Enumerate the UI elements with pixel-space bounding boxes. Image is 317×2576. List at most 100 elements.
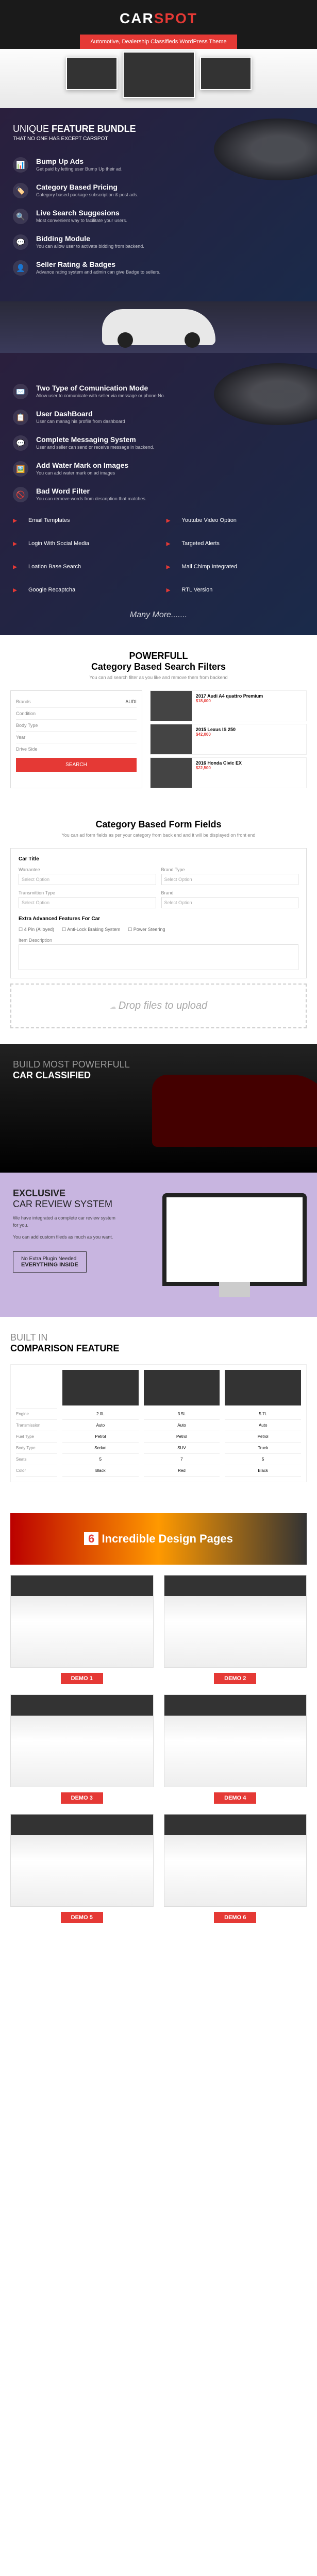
demo-grid: DEMO 1 DEMO 2 DEMO 3 DEMO 4 DEMO 5 DEMO … [10, 1575, 307, 1923]
checkbox-option[interactable]: ☐ 4 Pin (Alloyed) [19, 927, 54, 933]
feature-icon: 🖼️ [13, 461, 28, 477]
checkbox-option[interactable]: ☐ Anti-Lock Braking System [62, 927, 120, 933]
demo-item[interactable]: DEMO 4 [164, 1694, 307, 1804]
form-grid: Warrantee Select Option Brand Type Selec… [19, 867, 298, 908]
filter-value: AUDI [47, 699, 137, 704]
form-checks: ☐ 4 Pin (Alloyed) ☐ Anti-Lock Braking Sys… [19, 927, 298, 933]
filter-row[interactable]: Brands AUDI [16, 696, 137, 708]
compare-title: BUILT IN COMPARISON FEATURE [10, 1332, 307, 1354]
demo-screenshot [10, 1575, 154, 1668]
search-form: Brands AUDI Condition Body Type Year Dri… [10, 690, 307, 788]
grid-label: Mail Chimp Integrated [182, 564, 238, 570]
desc-field: Item Description [19, 938, 298, 970]
compare-label: Color [16, 1465, 57, 1477]
search-section: POWERFULLCategory Based Search Filters Y… [0, 635, 317, 804]
grid-item: ▸ Email Templates [13, 515, 151, 526]
select-input[interactable]: Select Option [19, 897, 156, 908]
feature-desc: User can manag his profile from dashboar… [36, 419, 125, 424]
demo-item[interactable]: DEMO 6 [164, 1814, 307, 1923]
search-filters: Brands AUDI Condition Body Type Year Dri… [10, 690, 142, 788]
demo-item[interactable]: DEMO 1 [10, 1575, 154, 1684]
feature-item: 💬 Bidding Module You can allow user to a… [13, 234, 304, 250]
form-sub: You can ad form fields as per your categ… [10, 833, 307, 838]
feature-title: Complete Messaging System [36, 435, 154, 444]
filter-label: Condition [16, 711, 47, 716]
demo-item[interactable]: DEMO 5 [10, 1814, 154, 1923]
feature-item: 💬 Complete Messaging System User and sel… [13, 435, 304, 451]
select-input[interactable]: Select Option [19, 874, 156, 885]
feature-title: Bidding Module [36, 234, 144, 243]
car-card[interactable]: 2016 Honda Civic EX $22,500 [150, 757, 307, 788]
demo-screenshot [164, 1575, 307, 1668]
theme-previews [0, 41, 317, 108]
compare-label: Seats [16, 1454, 57, 1465]
feature-icon: 🔍 [13, 209, 28, 224]
filter-value [47, 711, 137, 716]
filter-row[interactable]: Year [16, 732, 137, 743]
car-info: 2016 Honda Civic EX $22,500 [192, 758, 306, 788]
feature-desc: Category based package subscription & po… [36, 192, 138, 197]
compare-value: 3.5L [144, 1409, 220, 1420]
logo-pre: CAR [120, 10, 154, 26]
form-field: Brand Type Select Option [161, 867, 299, 885]
select-input[interactable]: Select Option [161, 897, 299, 908]
feature-list: ✉️ Two Type of Comunication Mode Allow u… [13, 384, 304, 502]
select-input[interactable]: Select Option [161, 874, 299, 885]
feature-item: 🚫 Bad Word Filter You can remove words f… [13, 487, 304, 502]
feature-icon: 📊 [13, 157, 28, 173]
preview-thumb [123, 52, 195, 98]
filter-row[interactable]: Condition [16, 708, 137, 720]
checkbox-option[interactable]: ☐ Power Steering [128, 927, 165, 933]
compare-value: 5 [225, 1454, 301, 1465]
desc-textarea[interactable] [19, 944, 298, 970]
check-icon: ▸ [166, 585, 177, 595]
feature-item: 📊 Bump Up Ads Get paid by letting user B… [13, 157, 304, 173]
designs-header: 6 Incredible Design Pages [10, 1513, 307, 1565]
designs-section: 6 Incredible Design Pages DEMO 1 DEMO 2 … [0, 1498, 317, 1939]
car-title: 2017 Audi A4 quattro Premium [196, 693, 302, 699]
filter-row[interactable]: Drive Side [16, 743, 137, 755]
check-icon: ▸ [13, 515, 23, 526]
filter-label: Year [16, 735, 47, 740]
form-field: Warrantee Select Option [19, 867, 156, 885]
car-title: 2016 Honda Civic EX [196, 760, 302, 766]
monitor-mockup [162, 1193, 307, 1286]
demo-item[interactable]: DEMO 3 [10, 1694, 154, 1804]
demo-item[interactable]: DEMO 2 [164, 1575, 307, 1684]
compare-value: 5 [62, 1454, 139, 1465]
car-card[interactable]: 2015 Lexus IS 250 $42,000 [150, 724, 307, 755]
grid-item: ▸ Targeted Alerts [166, 538, 305, 549]
field-label: Brand Type [161, 867, 299, 872]
demo-label: DEMO 5 [61, 1912, 103, 1923]
compare-column: 3.5LAutoPetrolSUV7Red [144, 1370, 220, 1477]
demo-screenshot [164, 1694, 307, 1787]
compare-value: 5.7L [225, 1409, 301, 1420]
grid-item: ▸ Login With Social Media [13, 538, 151, 549]
demo-screenshot [10, 1694, 154, 1787]
compare-image [62, 1370, 139, 1406]
car-card[interactable]: 2017 Audi A4 quattro Premium $18,000 [150, 690, 307, 721]
car-illustration [102, 309, 215, 345]
grid-label: Youtube Video Option [182, 517, 237, 523]
designs-title: 6 Incredible Design Pages [84, 1532, 233, 1546]
compare-column: 2.0LAutoPetrolSedan5Black [62, 1370, 139, 1477]
dropzone[interactable]: ☁ Drop files to upload [10, 984, 307, 1028]
compare-value: Black [62, 1465, 139, 1477]
check-icon: ▸ [166, 562, 177, 572]
filter-row[interactable]: Body Type [16, 720, 137, 732]
grid-label: Loation Base Search [28, 564, 81, 570]
search-button[interactable]: SEARCH [16, 758, 137, 772]
compare-column: 5.7LAutoPetrolTruck5Black [225, 1370, 301, 1477]
feature-title: Two Type of Comunication Mode [36, 384, 165, 392]
compare-value: Black [225, 1465, 301, 1477]
demo-label: DEMO 1 [61, 1673, 103, 1684]
filter-label: Body Type [16, 723, 47, 728]
classified-section: BUILD MOST POWERFULL CAR CLASSIFIED [0, 1044, 317, 1173]
compare-image [144, 1370, 220, 1406]
form-section-title: Extra Advanced Features For Car [19, 916, 298, 922]
grid-label: Login With Social Media [28, 540, 89, 547]
preview-thumb [66, 57, 118, 90]
feature-item: 🖼️ Add Water Mark on Images You can add … [13, 461, 304, 477]
compare-value: Auto [62, 1420, 139, 1431]
features-section-2: ✉️ Two Type of Comunication Mode Allow u… [0, 353, 317, 635]
